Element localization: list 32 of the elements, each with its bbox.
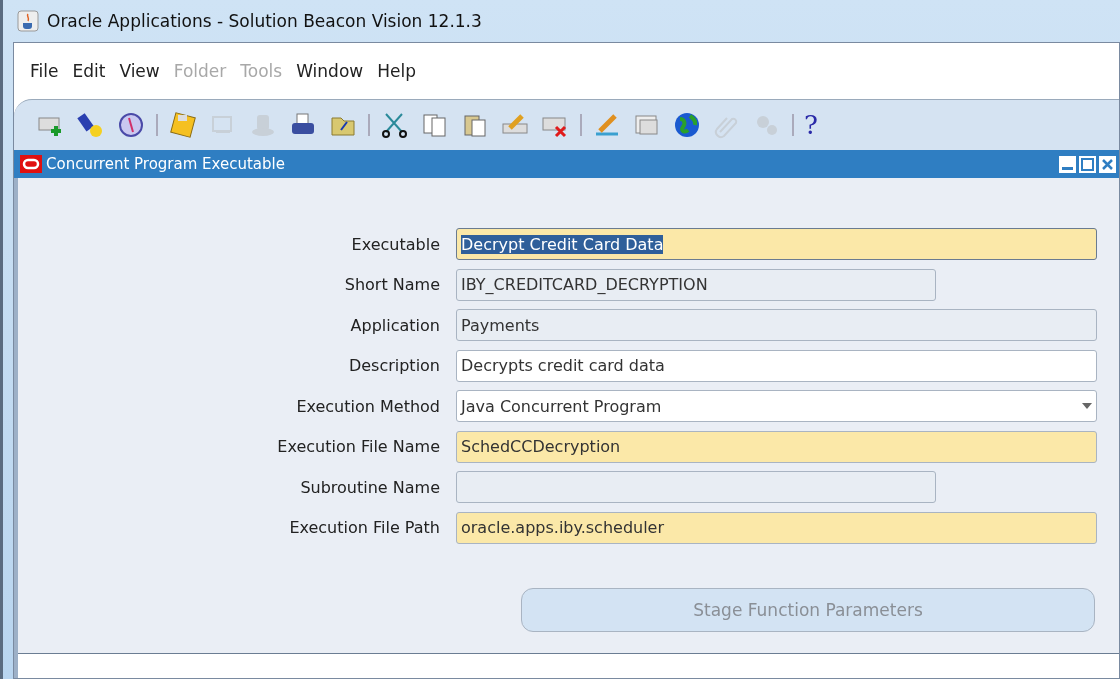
menu-item[interactable]: Edit — [72, 61, 106, 81]
minimize-icon[interactable] — [1059, 155, 1076, 173]
window-title: Oracle Applications - Solution Beacon Vision 12.1.3 — [47, 11, 482, 31]
menu-item[interactable]: View — [119, 61, 160, 81]
compass-icon[interactable] — [116, 110, 146, 140]
dropdown-arrow-icon — [1082, 403, 1092, 410]
field-label: Execution File Name — [276, 437, 441, 457]
field-label: Subroutine Name — [299, 477, 441, 497]
field-label: Execution File Path — [288, 518, 441, 538]
field-label: Executable — [350, 234, 441, 254]
input-field[interactable]: Decrypt Credit Card Data — [456, 228, 1097, 261]
oracle-logo-icon — [20, 155, 42, 173]
menu-item[interactable]: File — [30, 61, 59, 81]
field-label: Execution Method — [295, 396, 441, 416]
menu-item[interactable]: Window — [296, 61, 364, 81]
input-field[interactable]: SchedCCDecryption — [456, 430, 1097, 463]
form-title: Concurrent Program Executable — [46, 155, 286, 173]
input-field[interactable]: oracle.apps.iby.scheduler — [456, 511, 1097, 544]
field-label: Application — [349, 315, 441, 335]
help-icon[interactable]: ? — [804, 112, 818, 138]
java-cup-icon — [17, 10, 39, 32]
dropdown-field[interactable]: Java Concurrent Program — [456, 390, 1097, 423]
menu-item[interactable]: Help — [377, 61, 416, 81]
globe-icon[interactable] — [672, 110, 702, 140]
input-field[interactable]: Decrypts credit card data — [456, 349, 1097, 382]
input-field[interactable]: IBY_CREDITCARD_DECRYPTION — [456, 268, 936, 301]
field-label: Description — [347, 356, 441, 376]
field-label: Short Name — [343, 275, 441, 295]
close-icon[interactable] — [1099, 155, 1116, 173]
maximize-icon[interactable] — [1079, 155, 1096, 173]
input-field[interactable] — [456, 471, 936, 504]
input-field[interactable]: Payments — [456, 309, 1097, 342]
